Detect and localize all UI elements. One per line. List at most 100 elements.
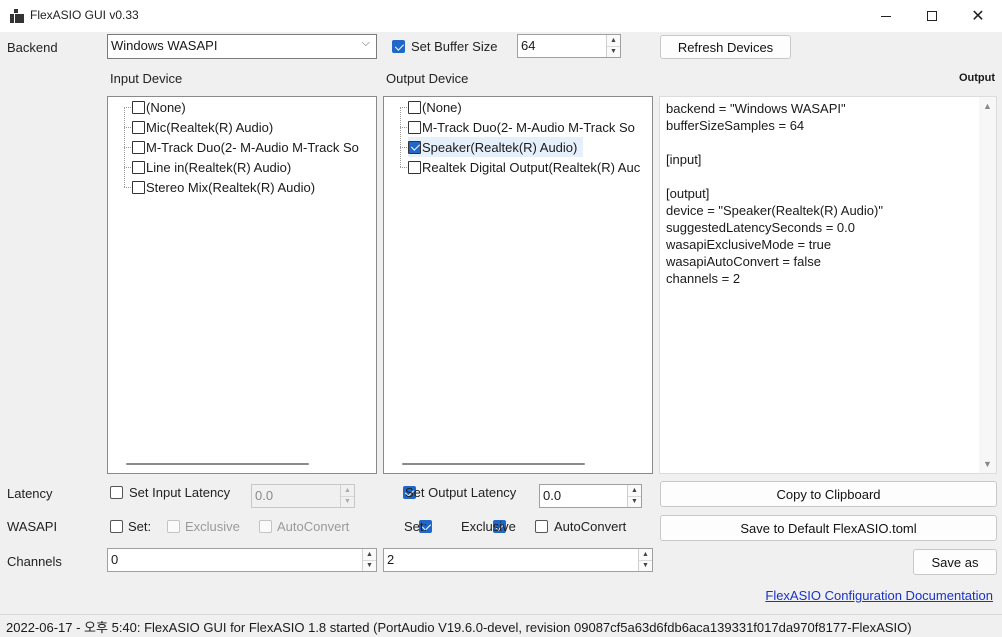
output-wasapi-set-label: Set:: [404, 519, 428, 534]
output-autoconvert-checkbox[interactable]: [535, 520, 548, 533]
input-device-item[interactable]: (None): [132, 97, 186, 117]
input-device-checkbox[interactable]: [132, 160, 145, 174]
output-pane[interactable]: backend = "Windows WASAPI" bufferSizeSam…: [659, 96, 997, 474]
title-bar: [0, 0, 1002, 32]
input-device-item[interactable]: Line in(Realtek(R) Audio): [132, 157, 291, 177]
input-channels-spinner[interactable]: ▲ ▼: [362, 549, 376, 571]
output-latency-spinner[interactable]: ▲ ▼: [627, 485, 641, 507]
input-device-checkbox[interactable]: [132, 140, 145, 154]
input-device-item[interactable]: Stereo Mix(Realtek(R) Audio): [132, 177, 315, 197]
scroll-up-icon[interactable]: ▲: [983, 101, 992, 111]
output-device-label: Realtek Digital Output(Realtek(R) Auc: [422, 159, 641, 175]
output-device-checkbox[interactable]: [408, 140, 421, 154]
input-wasapi-set-label: Set:: [128, 519, 152, 534]
minimize-button[interactable]: [863, 0, 909, 32]
input-autoconvert-checkbox[interactable]: [259, 520, 272, 533]
minimize-icon: [881, 15, 891, 17]
output-device-label: M-Track Duo(2- M-Audio M-Track So: [422, 119, 635, 135]
output-heading: Output: [958, 72, 995, 84]
input-device-label: (None): [146, 99, 186, 115]
output-device-tree[interactable]: (None) M-Track Duo(2- M-Audio M-Track So…: [383, 96, 653, 474]
spin-up-icon[interactable]: ▲: [363, 549, 376, 560]
documentation-link[interactable]: FlexASIO Configuration Documentation: [765, 588, 993, 603]
input-device-tree[interactable]: (None) Mic(Realtek(R) Audio) M-Track Duo…: [107, 96, 377, 474]
input-autoconvert-label: AutoConvert: [277, 519, 350, 534]
backend-select-value: Windows WASAPI: [111, 38, 218, 53]
output-device-item[interactable]: Realtek Digital Output(Realtek(R) Auc: [408, 157, 640, 177]
input-device-item[interactable]: M-Track Duo(2- M-Audio M-Track So: [132, 137, 359, 157]
buffer-size-input[interactable]: 64 ▲ ▼: [517, 34, 621, 58]
chevron-down-icon: ⌵: [361, 37, 370, 49]
output-device-heading: Output Device: [386, 71, 469, 86]
horizontal-scrollbar[interactable]: [126, 463, 309, 465]
output-device-item[interactable]: M-Track Duo(2- M-Audio M-Track So: [408, 117, 635, 137]
input-device-checkbox[interactable]: [132, 120, 145, 134]
input-channels-field[interactable]: 0 ▲ ▼: [107, 548, 377, 572]
output-exclusive-label: Exclusive: [461, 519, 516, 534]
save-default-toml-button[interactable]: Save to Default FlexASIO.toml: [660, 515, 997, 541]
latency-label: Latency: [7, 486, 53, 501]
spin-down-icon[interactable]: ▼: [363, 559, 376, 572]
output-device-item[interactable]: (None): [408, 97, 462, 117]
input-device-label: Stereo Mix(Realtek(R) Audio): [146, 179, 316, 195]
input-device-checkbox[interactable]: [132, 100, 145, 114]
output-device-checkbox[interactable]: [408, 100, 421, 114]
input-latency-field[interactable]: 0.0 ▲ ▼: [251, 484, 355, 508]
output-device-checkbox[interactable]: [408, 120, 421, 134]
output-device-label: Speaker(Realtek(R) Audio): [422, 139, 578, 155]
output-channels-value: 2: [387, 552, 395, 567]
input-device-checkbox[interactable]: [132, 180, 145, 194]
spin-up-icon[interactable]: ▲: [607, 35, 620, 46]
spin-up-icon[interactable]: ▲: [639, 549, 652, 560]
input-latency-spinner[interactable]: ▲ ▼: [340, 485, 354, 507]
input-device-label: Line in(Realtek(R) Audio): [146, 159, 292, 175]
save-as-button[interactable]: Save as: [913, 549, 997, 575]
input-device-heading: Input Device: [110, 71, 183, 86]
horizontal-scrollbar[interactable]: [402, 463, 585, 465]
output-autoconvert-label: AutoConvert: [554, 519, 627, 534]
backend-select[interactable]: Windows WASAPI ⌵: [107, 34, 377, 59]
output-latency-field[interactable]: 0.0 ▲ ▼: [539, 484, 642, 508]
vertical-scrollbar[interactable]: ▲ ▼: [979, 97, 996, 473]
input-latency-checkbox[interactable]: [110, 486, 123, 499]
spin-down-icon[interactable]: ▼: [341, 495, 354, 508]
spin-down-icon[interactable]: ▼: [639, 559, 652, 572]
output-channels-field[interactable]: 2 ▲ ▼: [383, 548, 653, 572]
output-channels-spinner[interactable]: ▲ ▼: [638, 549, 652, 571]
input-exclusive-checkbox[interactable]: [167, 520, 180, 533]
buffer-size-label: Set Buffer Size: [411, 39, 498, 54]
scroll-down-icon[interactable]: ▼: [983, 459, 992, 469]
input-exclusive-label: Exclusive: [185, 519, 240, 534]
input-latency-label: Set Input Latency: [129, 485, 231, 500]
copy-to-clipboard-button[interactable]: Copy to Clipboard: [660, 481, 997, 507]
maximize-button[interactable]: [909, 0, 955, 32]
maximize-icon: [927, 11, 937, 21]
wasapi-label: WASAPI: [7, 519, 58, 534]
spin-up-icon[interactable]: ▲: [341, 485, 354, 496]
spin-up-icon[interactable]: ▲: [628, 485, 641, 496]
input-device-item[interactable]: Mic(Realtek(R) Audio): [132, 117, 273, 137]
output-device-item-selected[interactable]: Speaker(Realtek(R) Audio): [408, 137, 584, 157]
output-device-checkbox[interactable]: [408, 160, 421, 174]
close-button[interactable]: ✕: [955, 0, 1001, 32]
input-device-label: Mic(Realtek(R) Audio): [146, 119, 274, 135]
buffer-size-spinner[interactable]: ▲ ▼: [606, 35, 620, 57]
spin-down-icon[interactable]: ▼: [628, 495, 641, 508]
output-latency-label: Set Output Latency: [405, 485, 517, 500]
tree-line: [400, 107, 401, 167]
input-latency-value: 0.0: [255, 488, 274, 503]
input-channels-value: 0: [111, 552, 119, 567]
channels-label: Channels: [7, 554, 62, 569]
output-device-label: (None): [422, 99, 462, 115]
refresh-devices-button[interactable]: Refresh Devices: [660, 35, 791, 59]
input-device-label: M-Track Duo(2- M-Audio M-Track So: [146, 139, 359, 155]
input-wasapi-set-checkbox[interactable]: [110, 520, 123, 533]
buffer-size-value: 64: [521, 38, 536, 53]
backend-label: Backend: [7, 40, 58, 55]
buffer-size-checkbox[interactable]: [392, 40, 405, 53]
window-title: FlexASIO GUI v0.33: [30, 8, 139, 22]
app-icon: [10, 9, 24, 23]
spin-down-icon[interactable]: ▼: [607, 45, 620, 58]
output-latency-value: 0.0: [543, 488, 562, 503]
status-bar-text: 2022-06-17 - 오후 5:40: FlexASIO GUI for F…: [6, 620, 912, 635]
